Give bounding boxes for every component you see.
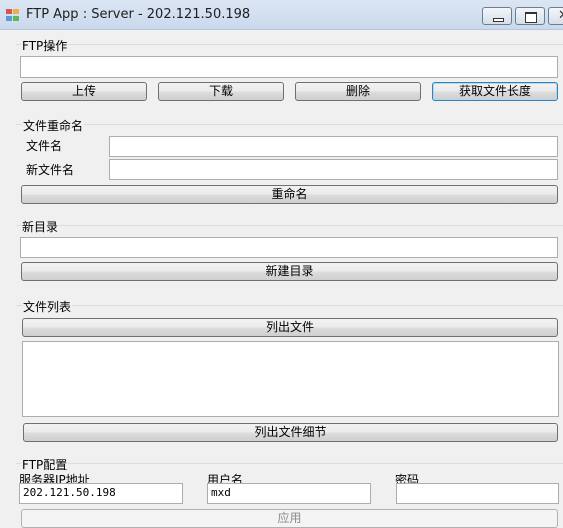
- close-button[interactable]: ✕: [548, 7, 563, 25]
- maximize-icon: [525, 12, 537, 23]
- password-input[interactable]: [396, 483, 559, 504]
- apply-button[interactable]: 应用: [21, 509, 558, 528]
- ftp-config-group-frame: [16, 463, 563, 464]
- create-dir-button[interactable]: 新建目录: [21, 262, 558, 281]
- minimize-icon: [493, 18, 504, 22]
- new-dir-group-frame: [16, 225, 563, 226]
- ftp-ops-group-title: FTP操作: [21, 37, 69, 54]
- close-icon: ✕: [558, 8, 563, 23]
- maximize-button[interactable]: [515, 7, 545, 25]
- minimize-button[interactable]: [482, 7, 512, 25]
- ftp-ops-group-frame: [16, 44, 563, 45]
- new-filename-input[interactable]: [109, 159, 558, 180]
- file-list-group-title: 文件列表: [22, 298, 73, 315]
- file-listbox[interactable]: [22, 341, 559, 417]
- get-file-length-button[interactable]: 获取文件长度: [432, 82, 558, 101]
- server-ip-input[interactable]: 202.121.50.198: [19, 483, 183, 504]
- filename-label: 文件名: [26, 139, 63, 153]
- file-list-group-frame: [16, 305, 563, 306]
- filename-input[interactable]: [109, 136, 558, 157]
- rename-group-title: 文件重命名: [22, 117, 85, 134]
- ftp-path-input[interactable]: [20, 56, 558, 78]
- title-bar[interactable]: FTP App : Server - 202.121.50.198 ✕: [0, 0, 563, 30]
- rename-group-frame: [16, 124, 563, 125]
- new-dir-input[interactable]: [20, 237, 558, 258]
- list-files-button[interactable]: 列出文件: [22, 318, 558, 337]
- window-title: FTP App : Server - 202.121.50.198: [26, 7, 251, 22]
- list-file-details-button[interactable]: 列出文件细节: [23, 423, 558, 442]
- delete-button[interactable]: 删除: [295, 82, 421, 101]
- app-window-icon: [6, 9, 20, 22]
- new-filename-label: 新文件名: [26, 163, 75, 177]
- upload-button[interactable]: 上传: [21, 82, 147, 101]
- rename-button[interactable]: 重命名: [21, 185, 558, 204]
- download-button[interactable]: 下载: [158, 82, 284, 101]
- username-input[interactable]: mxd: [207, 483, 371, 504]
- new-dir-group-title: 新目录: [21, 218, 60, 235]
